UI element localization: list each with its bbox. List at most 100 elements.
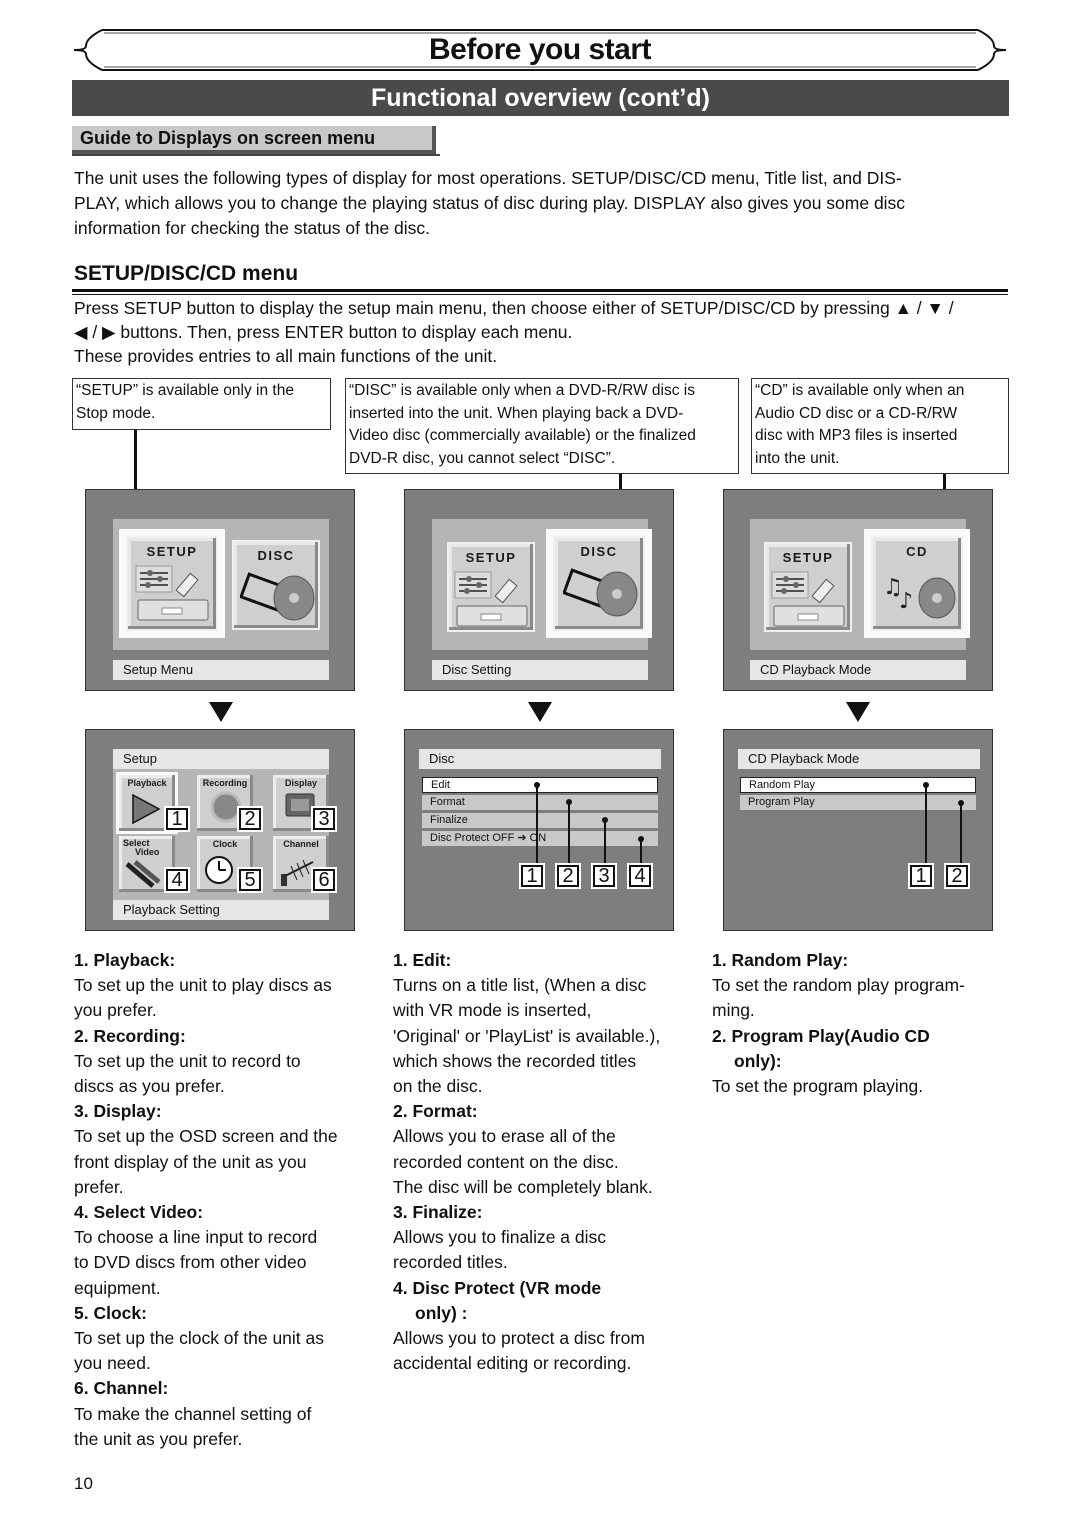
callout-leader-lines xyxy=(534,782,644,870)
note-line: Stop mode. xyxy=(76,404,156,422)
page-number: 10 xyxy=(74,1474,93,1493)
desc-text: To set up the unit to record to xyxy=(74,1050,301,1071)
callout-number-label: 1 xyxy=(910,865,932,887)
play-icon xyxy=(132,793,161,825)
setup-equipment-icon xyxy=(771,571,845,627)
callout-number: 2 xyxy=(944,863,970,889)
setup-equipment-icon xyxy=(454,571,528,627)
instruction-line: Press SETUP button to display the setup … xyxy=(74,298,954,318)
av-cable-icon xyxy=(125,860,161,888)
chapter-banner: Before you start xyxy=(72,28,1008,72)
tile-label: DISC xyxy=(257,548,295,563)
arrow-down-icon xyxy=(528,702,552,722)
divider xyxy=(72,154,440,156)
desc-text: To set up the unit to play discs as xyxy=(74,975,332,996)
desc-heading: 4. Disc Protect (VR mode xyxy=(393,1277,602,1298)
setup-descriptions: 1. Playback: To set up the unit to play … xyxy=(74,948,384,1452)
callout-number: 3 xyxy=(311,806,337,832)
intro-line: The unit uses the following types of dis… xyxy=(74,168,902,188)
film-disc-icon xyxy=(563,568,638,617)
desc-text: you need. xyxy=(74,1353,151,1374)
desc-text: equipment. xyxy=(74,1277,161,1298)
callout-number: 1 xyxy=(908,863,934,889)
desc-heading: 4. Select Video: xyxy=(74,1202,204,1223)
desc-heading: 2. Recording: xyxy=(74,1025,186,1046)
desc-text: recorded titles. xyxy=(393,1252,508,1273)
tile-label: Select Video xyxy=(119,839,175,857)
film-disc-icon xyxy=(240,572,315,621)
desc-text: prefer. xyxy=(74,1176,124,1197)
arrow-down-icon xyxy=(846,702,870,722)
cd-tile[interactable]: CD ♫ ♪ xyxy=(864,529,970,638)
callout-number-label: 4 xyxy=(166,869,188,891)
desc-text: 'Original' or 'PlayList' is available.), xyxy=(393,1025,661,1046)
disc-tile[interactable]: DISC xyxy=(232,540,320,630)
callout-number-label: 2 xyxy=(557,865,579,887)
callout-number: 6 xyxy=(311,867,337,893)
setup-tile[interactable]: SETUP xyxy=(119,529,225,638)
callout-number: 4 xyxy=(164,867,190,893)
note-line: inserted into the unit. When playing bac… xyxy=(349,404,684,422)
status-bar: Disc Setting xyxy=(432,660,648,680)
desc-text: To make the channel setting of xyxy=(74,1403,312,1424)
desc-heading: 1. Edit: xyxy=(393,950,452,970)
tile-label: SETUP xyxy=(146,544,198,559)
status-bar: Playback Setting xyxy=(113,900,329,920)
note-line: Audio CD disc or a CD-R/RW xyxy=(755,404,958,422)
desc-text: Turns on a title list, (When a disc xyxy=(393,975,647,996)
desc-text: To set the program playing. xyxy=(712,1076,924,1097)
callout-number: 1 xyxy=(519,863,545,889)
note-line: “DISC” is available only when a DVD-R/RW… xyxy=(349,382,695,399)
disc-tile[interactable]: DISC xyxy=(546,529,652,638)
tile-label: Clock xyxy=(212,839,238,849)
desc-heading: 6. Channel: xyxy=(74,1378,169,1399)
callout-number-label: 2 xyxy=(239,808,261,830)
desc-text: To set up the clock of the unit as xyxy=(74,1328,325,1349)
tile-label: SETUP xyxy=(782,550,834,565)
callout-number-label: 1 xyxy=(166,808,188,830)
cd-descriptions: 1. Random Play: To set the random play p… xyxy=(712,948,1012,1099)
desc-text: recorded content on the disc. xyxy=(393,1151,619,1172)
setup-tile[interactable]: SETUP xyxy=(764,542,852,632)
callout-number: 2 xyxy=(555,863,581,889)
desc-text: To set up the OSD screen and the xyxy=(74,1126,338,1147)
instruction-line: ◀ / ▶ buttons. Then, press ENTER button … xyxy=(74,322,573,342)
desc-text: which shows the recorded titles xyxy=(393,1050,637,1071)
desc-text: front display of the unit as you xyxy=(74,1151,307,1172)
guide-tab: Guide to Displays on screen menu xyxy=(72,126,436,154)
tile-label: Playback xyxy=(127,778,167,788)
callout-number-label: 3 xyxy=(593,865,615,887)
callout-number: 1 xyxy=(164,806,190,832)
cd-playback-screen: SETUP CD ♫ ♪ CD Playback Mode xyxy=(723,489,993,691)
note-line: DVD-R disc, you cannot select “DISC”. xyxy=(349,449,616,467)
setup-menu-screen: SETUP DISC Setup Menu xyxy=(85,489,355,691)
note-line: “SETUP” is available only in the xyxy=(76,382,294,399)
disc-submenu-screen: Disc Edit Format Finalize Disc Protect O… xyxy=(404,729,674,931)
desc-heading: 2. Program Play(Audio CD xyxy=(712,1025,930,1046)
guide-tab-label: Guide to Displays on screen menu xyxy=(80,128,376,148)
chapter-title: Before you start xyxy=(428,33,652,66)
desc-text: Allows you to finalize a disc xyxy=(393,1227,607,1248)
setup-tile[interactable]: SETUP xyxy=(447,542,535,632)
intro-line: PLAY, which allows you to change the pla… xyxy=(74,193,906,213)
callout-number: 3 xyxy=(591,863,617,889)
desc-heading: 3. Display: xyxy=(74,1101,162,1122)
callout-number-label: 2 xyxy=(946,865,968,887)
tile-label: SETUP xyxy=(465,550,517,565)
tile-label: Recording xyxy=(202,778,248,788)
desc-heading: 5. Clock: xyxy=(74,1302,147,1323)
status-bar: Setup Menu xyxy=(113,660,329,680)
desc-text: ming. xyxy=(712,1000,755,1021)
callout-leader-lines xyxy=(923,782,964,870)
setup-equipment-icon xyxy=(135,565,209,621)
clock-icon xyxy=(205,856,233,884)
callout-number-label: 4 xyxy=(629,865,651,887)
svg-text:♪: ♪ xyxy=(899,589,913,614)
desc-text: you prefer. xyxy=(74,1000,157,1021)
tile-label: Channel xyxy=(283,839,319,849)
note-cd: “CD” is available only when an Audio CD … xyxy=(751,378,1009,474)
callout-number: 4 xyxy=(627,863,653,889)
desc-text: To choose a line input to record xyxy=(74,1227,318,1248)
desc-text: Allows you to protect a disc from xyxy=(393,1328,645,1349)
section-title: Functional overview (cont’d) xyxy=(72,80,1009,116)
